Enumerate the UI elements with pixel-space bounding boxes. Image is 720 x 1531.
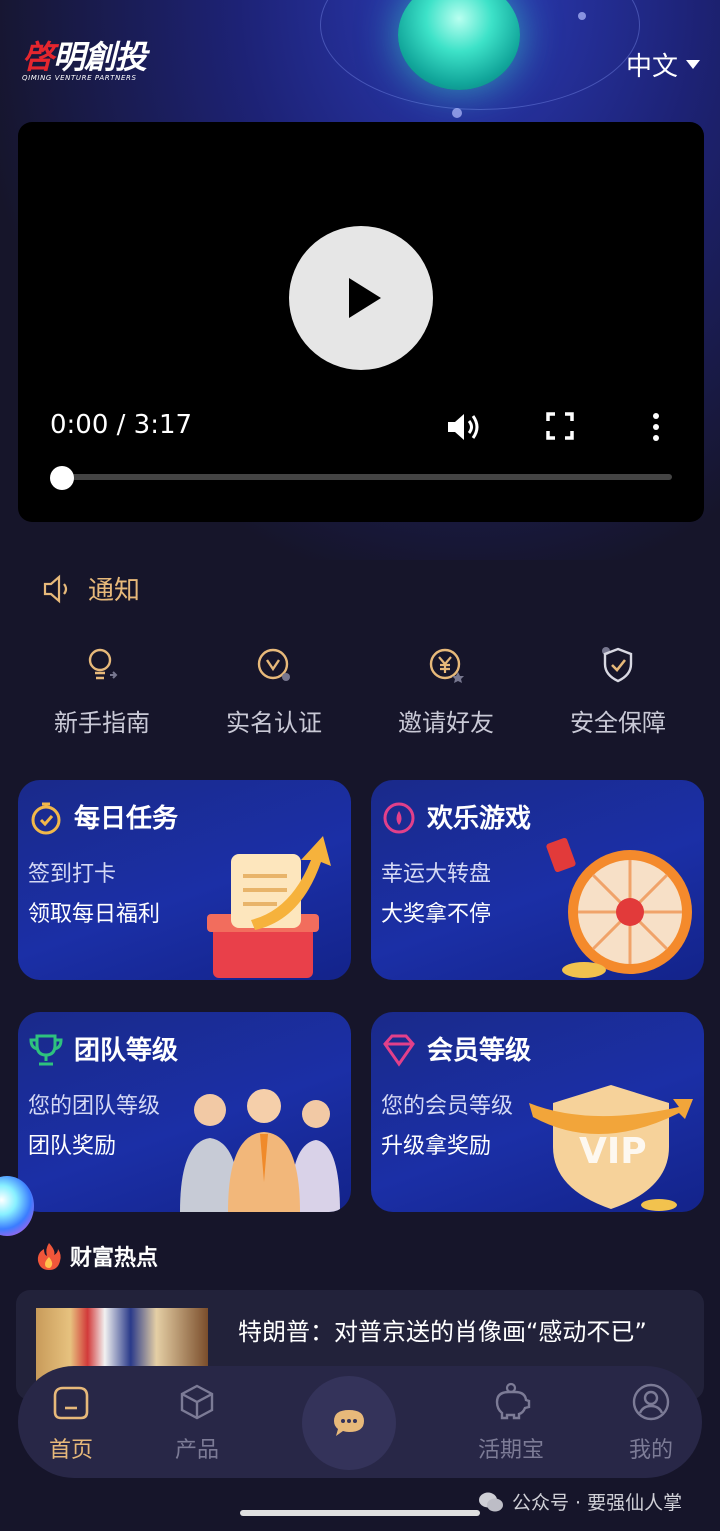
logo-subtitle: QIMING VENTURE PARTNERS [22,74,137,82]
star-decoration [452,108,462,118]
chat-button[interactable] [302,1376,396,1470]
lightbulb-icon [88,648,118,680]
card-team-level[interactable]: 团队等级 您的团队等级 团队奖励 [18,1012,351,1212]
card-subtitle: 您的会员等级 [381,1094,514,1119]
speaker-icon [43,574,68,603]
card-subtitle: 签到打卡 [28,862,117,887]
team-people-illustration [180,1089,340,1212]
video-player[interactable]: 0:00 / 3:17 [18,122,704,522]
watermark: 公众号 · 要强仙人掌 [478,1488,682,1515]
video-progress-thumb[interactable] [50,466,74,490]
home-indicator [240,1510,480,1516]
card-title: 每日任务 [74,804,179,834]
card-subtitle: 大奖拿不停 [381,902,492,927]
volume-icon[interactable] [446,410,482,444]
brand-logo: 啓明創投 QIMING VENTURE PARTNERS [22,40,152,84]
hot-news-title: 财富热点 [70,1246,159,1271]
more-options-icon[interactable] [646,410,666,444]
video-progress-track[interactable] [62,474,672,480]
dial-icon [383,802,415,834]
watermark-text: 公众号 · 要强仙人掌 [512,1492,683,1514]
tab-products[interactable]: 产品 [152,1382,242,1464]
wechat-icon [479,1492,503,1511]
piggy-bank-icon [495,1382,531,1420]
notice-label: 通知 [88,576,141,606]
video-time: 0:00 / 3:17 [50,410,193,440]
cube-icon [180,1384,214,1420]
card-subtitle: 升级拿奖励 [381,1134,492,1159]
card-fun-games[interactable]: 欢乐游戏 幸运大转盘 大奖拿不停 [371,780,704,980]
svg-text:VIP: VIP [579,1131,647,1172]
gift-box-illustration [207,836,331,978]
yen-coin-icon [429,648,464,683]
tab-home[interactable]: 首页 [26,1382,116,1464]
tab-label: 我的 [628,1438,673,1463]
bottom-tab-bar: 首页 产品 活期宝 我的 [18,1366,702,1478]
logo-wordmark: 啓明創投 [22,38,147,76]
tab-label: 活期宝 [477,1438,544,1463]
notice-bar[interactable]: 通知 [42,570,140,607]
card-subtitle: 幸运大转盘 [381,862,492,887]
card-title: 会员等级 [427,1036,532,1066]
news-title: 特朗普：对普京送的肖像画“感动不已” [238,1318,647,1346]
quick-link-label: 安全保障 [570,709,666,737]
verify-icon [257,648,290,681]
card-subtitle: 您的团队等级 [28,1094,161,1119]
card-title: 团队等级 [74,1036,179,1066]
quick-links: 新手指南 实名认证 邀请好友 安全保障 [16,645,704,738]
card-title: 欢乐游戏 [427,804,532,834]
quick-link-guide[interactable]: 新手指南 [16,645,188,738]
language-selector[interactable]: 中文 [626,46,700,83]
trophy-icon [29,1034,63,1066]
fire-icon [37,1243,61,1270]
quick-link-label: 新手指南 [54,709,150,737]
quick-link-invite[interactable]: 邀请好友 [360,645,532,738]
tab-savings[interactable]: 活期宝 [466,1382,556,1464]
quick-link-label: 邀请好友 [398,709,494,737]
stopwatch-icon [31,802,61,835]
lucky-wheel-illustration [546,837,692,978]
chat-bubble-icon [334,1410,364,1436]
quick-link-label: 实名认证 [226,709,322,737]
language-label: 中文 [625,52,678,82]
tab-label: 首页 [48,1438,93,1463]
home-icon [53,1386,89,1420]
card-daily-tasks[interactable]: 每日任务 签到打卡 领取每日福利 [18,780,351,980]
diamond-icon [383,1034,415,1067]
hot-news-header: 财富热点 [36,1240,158,1272]
vip-shield-illustration: VIP [529,1085,693,1211]
card-member-level[interactable]: 会员等级 您的会员等级 升级拿奖励 VIP [371,1012,704,1212]
fullscreen-icon[interactable] [546,412,574,440]
chevron-down-icon [686,60,700,69]
play-button[interactable] [289,226,433,370]
quick-link-security[interactable]: 安全保障 [532,645,704,738]
star-decoration [578,12,586,20]
card-subtitle: 领取每日福利 [28,902,161,927]
tab-profile[interactable]: 我的 [606,1382,696,1464]
user-avatar-icon [632,1383,670,1421]
quick-link-verify[interactable]: 实名认证 [188,645,360,738]
tab-label: 产品 [174,1438,219,1463]
card-subtitle: 团队奖励 [28,1134,117,1159]
shield-check-icon [602,647,633,683]
